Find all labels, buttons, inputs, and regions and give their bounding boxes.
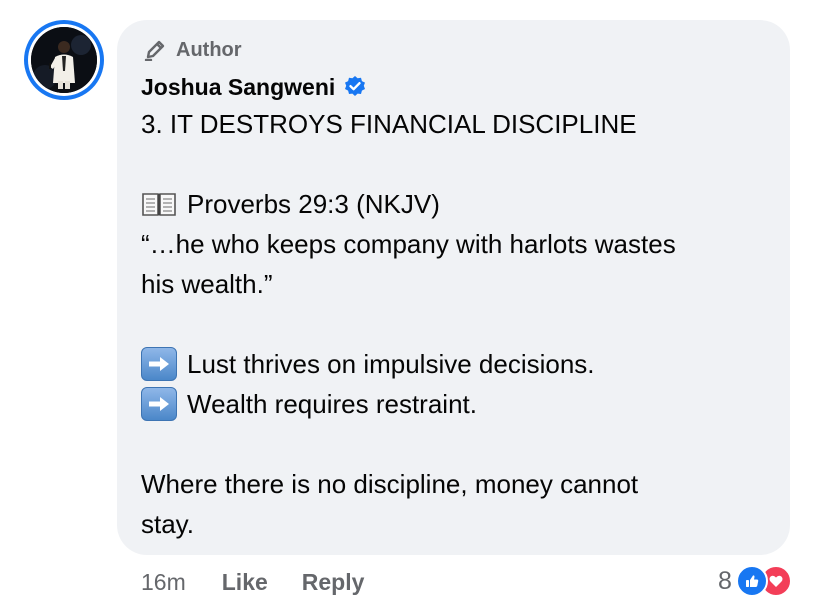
author-name[interactable]: Joshua Sangweni [141, 74, 335, 101]
author-badge: Author [144, 37, 242, 63]
point-text: Wealth requires restraint. [187, 389, 477, 419]
thumbs-up-icon [735, 565, 768, 597]
right-arrow-icon [141, 347, 177, 381]
reply-button[interactable]: Reply [302, 569, 365, 596]
point-item: Lust thrives on impulsive decisions. [141, 344, 781, 384]
point-item: Wealth requires restraint. [141, 384, 781, 424]
reactions-summary[interactable]: 8 [718, 563, 792, 599]
scripture-reference: Proverbs 29:3 (NKJV) [141, 184, 781, 224]
verified-badge-icon [343, 75, 367, 99]
comment-timestamp[interactable]: 16m [141, 569, 186, 596]
scripture-reference-text: Proverbs 29:3 (NKJV) [187, 189, 440, 219]
closing-line-2: stay. [141, 509, 194, 539]
avatar-frame [28, 24, 100, 96]
comment-text: 3. IT DESTROYS FINANCIAL DISCIPLINE Prov… [141, 104, 781, 544]
like-button[interactable]: Like [222, 569, 268, 596]
point-text: Lust thrives on impulsive decisions. [187, 349, 595, 379]
pen-icon [144, 39, 168, 61]
comment-actions: 16m Like Reply [141, 565, 398, 599]
profile-photo-image [31, 27, 97, 93]
scripture-quote-line-1: “…he who keeps company with harlots wast… [141, 229, 676, 259]
scripture-quote-line-2: his wealth.” [141, 269, 273, 299]
open-book-icon [141, 189, 177, 219]
comment-heading: 3. IT DESTROYS FINANCIAL DISCIPLINE [141, 109, 637, 139]
profile-photo [31, 27, 97, 93]
reaction-count: 8 [718, 566, 732, 595]
author-row: Joshua Sangweni [141, 72, 367, 102]
author-badge-label: Author [176, 38, 242, 61]
closing-line-1: Where there is no discipline, money cann… [141, 469, 639, 499]
avatar[interactable] [24, 20, 104, 100]
right-arrow-icon [141, 387, 177, 421]
